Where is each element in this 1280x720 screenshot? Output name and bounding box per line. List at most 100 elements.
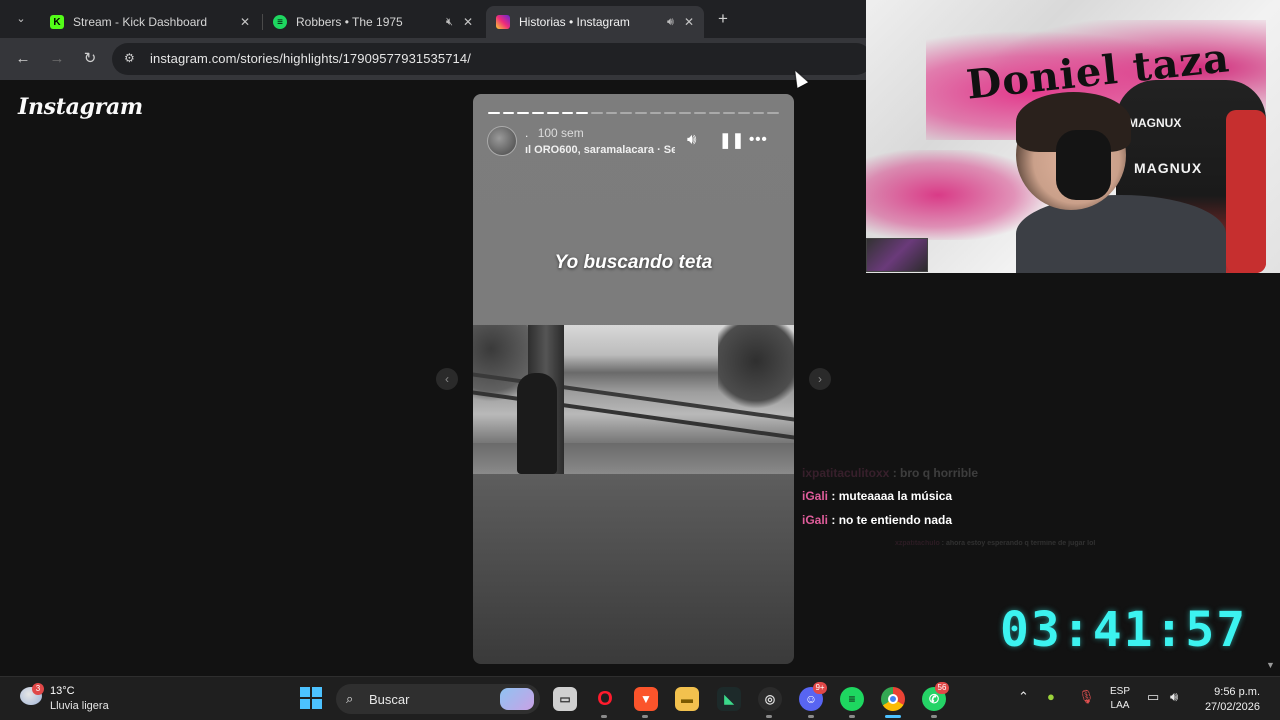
story-viewer[interactable]: . 100 sem ıl ORO600, saramalacara · Se 🔊… [473, 94, 794, 664]
weather-temperature[interactable]: 13°C [50, 685, 75, 697]
chevron-down-icon: ⌄ [16, 13, 26, 25]
spotify-icon: ≡ [273, 15, 287, 29]
chair-brand-small: MAGNUX [1128, 116, 1182, 130]
chevron-left-icon: ‹ [445, 372, 449, 386]
more-options-button[interactable]: ••• [749, 131, 768, 148]
app-icon[interactable]: ◣ [717, 687, 741, 711]
tab-label: Historias • Instagram [519, 15, 630, 29]
weather-description[interactable]: Lluvia ligera [50, 700, 109, 712]
chair-brand: MAGNUX [1134, 160, 1203, 176]
back-button[interactable]: ← [12, 48, 34, 70]
chat-username: ixpatitaculitoxx [802, 466, 890, 480]
progress-segment [723, 112, 735, 114]
story-music-label: ORO600, saramalacara · Se [534, 144, 675, 156]
tab-label: Robbers • The 1975 [296, 15, 403, 29]
story-caption: Yo buscando teta [554, 252, 713, 273]
headset-icon [1056, 130, 1111, 200]
file-manager-icon[interactable]: ▭ [553, 687, 577, 711]
story-photo [473, 325, 794, 474]
chat-text: muteaaaa la música [838, 489, 953, 503]
tab-label: Stream - Kick Dashboard [73, 15, 208, 29]
arrow-left-icon: ← [15, 50, 31, 67]
instagram-logo[interactable]: Instagram [18, 94, 143, 120]
progress-segment [620, 112, 633, 114]
windows-start-icon[interactable] [300, 687, 322, 709]
progress-segment [708, 112, 721, 114]
tab-spotify[interactable]: ≡ Robbers • The 1975 🔇︎ ✕ [263, 6, 483, 38]
whatsapp-badge: 56 [935, 682, 949, 694]
tab-search-button[interactable]: ⌄ [8, 7, 34, 31]
new-tab-button[interactable]: + [712, 8, 734, 30]
reload-icon: ↻ [83, 50, 97, 67]
progress-segment [649, 112, 662, 114]
chrome-icon[interactable] [881, 687, 905, 711]
language-indicator[interactable]: ESP LAA [1110, 685, 1130, 713]
plus-icon: + [718, 9, 728, 28]
next-story-button[interactable]: › [809, 368, 831, 390]
address-bar[interactable]: ⚙ instagram.com/stories/highlights/17909… [112, 43, 872, 75]
close-icon[interactable]: ✕ [684, 15, 694, 29]
close-icon[interactable]: ✕ [463, 15, 473, 29]
tab-instagram[interactable]: Historias • Instagram 🔊︎ ✕ [486, 6, 704, 38]
scroll-down-icon[interactable]: ▼ [1266, 660, 1275, 670]
chat-message: ixpatitaculitoxx : bro q horrible [802, 466, 979, 480]
forward-button[interactable]: → [46, 48, 68, 70]
instagram-page: Instagram ‹ › . 100 sem ıl ORO600, saram… [0, 80, 866, 676]
story-username[interactable]: . [525, 126, 528, 140]
opera-icon[interactable]: O [593, 687, 617, 711]
progress-segment [532, 112, 544, 114]
system-clock[interactable]: 9:56 p.m. 27/02/2026 [1200, 685, 1260, 715]
search-icon: ⌕ [346, 691, 354, 706]
browser-tab-strip: ⌄ K Stream - Kick Dashboard ✕ ≡ Robbers … [0, 0, 866, 38]
muted-speaker-icon[interactable]: 🔇︎ [446, 16, 453, 29]
obs-icon[interactable]: ◎ [758, 687, 782, 711]
clock-time: 9:56 p.m. [1214, 686, 1260, 698]
chevron-up-icon[interactable]: ⌃ [1018, 689, 1029, 705]
progress-segment [502, 112, 515, 114]
search-highlight-icon [500, 688, 534, 710]
chat-text: no te entiendo nada [838, 513, 953, 527]
previous-story-button[interactable]: ‹ [436, 368, 458, 390]
reload-button[interactable]: ↻ [79, 48, 101, 70]
progress-segment [488, 112, 500, 114]
progress-segment [737, 112, 750, 114]
avatar[interactable] [487, 126, 517, 156]
pause-icon: ❚❚ [719, 132, 745, 149]
progress-segment [767, 112, 780, 114]
progress-segment [605, 112, 618, 114]
progress-segment [752, 112, 765, 114]
mute-button[interactable]: 🔊︎ [687, 131, 696, 148]
brave-icon[interactable]: ▼ [634, 687, 658, 711]
tray-app-icon[interactable]: ● [1047, 689, 1055, 704]
progress-segment [576, 112, 588, 114]
arrow-right-icon: → [49, 50, 65, 67]
chat-message: iGali : no te entiendo nada [802, 513, 953, 527]
story-music[interactable]: ıl ORO600, saramalacara · Se [525, 144, 675, 156]
site-settings-icon[interactable]: ⚙ [124, 51, 140, 67]
folder-icon[interactable]: ▬ [675, 687, 699, 711]
browser-toolbar: ← → ↻ ⚙ instagram.com/stories/highlights… [0, 38, 872, 80]
speaker-icon: 🔊︎ [687, 131, 697, 148]
chat-message: xzpatitachulo : ahora estoy esperando q … [895, 540, 1096, 547]
url-text[interactable]: instagram.com/stories/highlights/1790957… [150, 51, 471, 66]
volume-icon[interactable]: 🔊︎ [1170, 689, 1178, 705]
microphone-icon[interactable]: 🎙︎ [1078, 689, 1095, 705]
story-header: . 100 sem [525, 126, 584, 140]
language-code: ESP [1110, 686, 1131, 697]
close-icon[interactable]: ✕ [240, 15, 250, 29]
music-bars-icon: ıl [525, 144, 535, 156]
pause-button[interactable]: ❚❚ [719, 131, 744, 149]
progress-segment [693, 112, 706, 114]
progress-segment [679, 112, 691, 114]
mini-preview [866, 238, 928, 272]
spotify-icon[interactable]: ≡ [840, 687, 864, 711]
taskbar-search[interactable]: ⌕ Buscar [336, 684, 540, 714]
weather-badge: 3 [32, 683, 44, 695]
story-time: 100 sem [537, 126, 584, 140]
chat-username: iGali [802, 513, 829, 527]
speaker-icon[interactable]: 🔊︎ [667, 16, 674, 29]
network-icon[interactable]: ▭ [1147, 689, 1159, 705]
streamer-body [1016, 195, 1226, 273]
search-placeholder: Buscar [369, 692, 410, 707]
tab-kick-dashboard[interactable]: K Stream - Kick Dashboard ✕ [40, 6, 260, 38]
